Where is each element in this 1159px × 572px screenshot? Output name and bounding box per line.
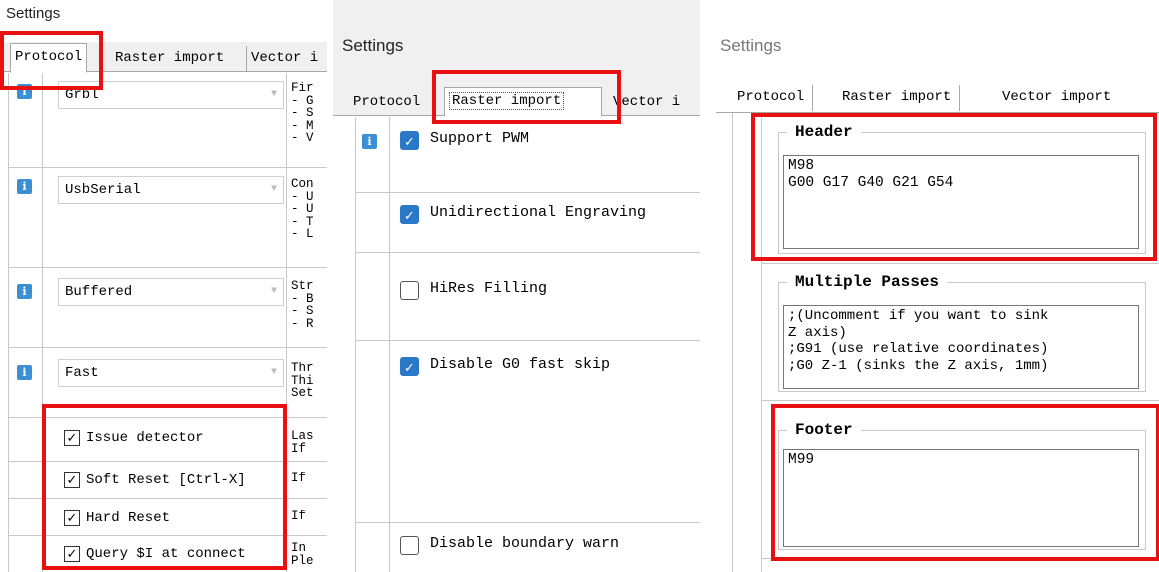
protocol-row: i Buffered ▼ Str - B - S - R bbox=[8, 268, 327, 348]
info-icon[interactable]: i bbox=[17, 179, 32, 194]
settings-panel-protocol: Settings Protocol Raster import Vector i… bbox=[0, 0, 327, 572]
row-divider bbox=[761, 400, 1159, 401]
protocol-select[interactable]: UsbSerial ▼ bbox=[58, 176, 284, 204]
group-title: Header bbox=[787, 123, 861, 141]
issue-detector-checkbox[interactable]: ✓ bbox=[64, 430, 80, 446]
group-title: Footer bbox=[787, 421, 861, 439]
query-i-checkbox[interactable]: ✓ bbox=[64, 546, 80, 562]
checkbox-label: HiRes Filling bbox=[430, 280, 548, 297]
chevron-down-icon: ▼ bbox=[270, 184, 277, 195]
settings-panel-vector: Settings Protocol Raster import Vector i… bbox=[716, 0, 1159, 572]
check-row: ✓ Hard Reset If bbox=[8, 499, 327, 536]
header-group: Header M98 G00 G17 G40 G21 G54 bbox=[778, 123, 1146, 254]
group-title: Multiple Passes bbox=[787, 273, 948, 291]
grid-line bbox=[761, 113, 762, 572]
checkbox-label: Unidirectional Engraving bbox=[430, 204, 647, 221]
chevron-down-icon: ▼ bbox=[270, 286, 277, 297]
protocol-select[interactable]: Buffered ▼ bbox=[58, 278, 284, 306]
soft-reset-checkbox[interactable]: ✓ bbox=[64, 472, 80, 488]
tab-bar: Protocol Raster import Vector i bbox=[333, 86, 700, 117]
description-text: If bbox=[291, 472, 307, 485]
option-row: ✓ Unidirectional Engraving bbox=[355, 193, 700, 253]
support-pwm-checkbox[interactable]: ✓ bbox=[400, 131, 419, 150]
row-divider bbox=[761, 263, 1159, 264]
protocol-row: i Grbl ▼ Fir - G - S - M - V bbox=[8, 73, 327, 168]
info-icon[interactable]: i bbox=[362, 134, 377, 149]
protocol-row: i Fast ▼ Thr Thi Set bbox=[8, 348, 327, 418]
multiple-passes-textbox[interactable]: ;(Uncomment if you want to sink Z axis) … bbox=[783, 305, 1139, 389]
description-text: Las If bbox=[291, 430, 314, 456]
checkbox-label: Disable boundary warn bbox=[430, 535, 620, 552]
window-title: Settings bbox=[342, 36, 404, 55]
option-row: HiRes Filling bbox=[355, 253, 700, 341]
tab-protocol[interactable]: Protocol bbox=[349, 90, 424, 116]
check-row: ✓ Soft Reset [Ctrl-X] If bbox=[8, 462, 327, 499]
chevron-down-icon: ▼ bbox=[270, 367, 277, 378]
tab-raster-import[interactable]: Raster import bbox=[111, 46, 228, 72]
grid-line bbox=[732, 113, 733, 572]
description-text: If bbox=[291, 510, 307, 523]
option-row: Disable boundary warn bbox=[355, 523, 700, 572]
tab-vector-import[interactable]: Vector i bbox=[609, 90, 684, 116]
disable-g0-fast-skip-checkbox[interactable]: ✓ bbox=[400, 357, 419, 376]
multiple-passes-group: Multiple Passes ;(Uncomment if you want … bbox=[778, 273, 1146, 392]
window-title: Settings bbox=[6, 5, 61, 22]
unidirectional-engraving-checkbox[interactable]: ✓ bbox=[400, 205, 419, 224]
footer-textbox[interactable]: M99 bbox=[783, 449, 1139, 547]
window-title: Settings bbox=[720, 36, 782, 55]
tab-protocol[interactable]: Protocol bbox=[733, 85, 814, 111]
info-icon[interactable]: i bbox=[17, 84, 32, 99]
info-icon[interactable]: i bbox=[17, 284, 32, 299]
description-text: In Ple bbox=[291, 542, 314, 568]
option-row: ✓ Disable G0 fast skip bbox=[355, 341, 700, 523]
checkbox-label: Query $I at connect bbox=[86, 546, 246, 562]
tab-raster-import[interactable]: Raster import bbox=[444, 87, 602, 117]
info-icon[interactable]: i bbox=[17, 365, 32, 380]
protocol-select[interactable]: Grbl ▼ bbox=[58, 81, 284, 109]
tab-vector-import[interactable]: Vector i bbox=[246, 46, 322, 72]
footer-group: Footer M99 bbox=[778, 421, 1146, 550]
tab-raster-import[interactable]: Raster import bbox=[838, 85, 961, 111]
protocol-row: i UsbSerial ▼ Con - U - U - T - L bbox=[8, 168, 327, 268]
description-text: Con - U - U - T - L bbox=[291, 178, 314, 241]
hires-filling-checkbox[interactable] bbox=[400, 281, 419, 300]
description-text: Fir - G - S - M - V bbox=[291, 82, 314, 145]
settings-panel-raster: Settings Protocol Raster import Vector i… bbox=[333, 0, 700, 572]
header-textbox[interactable]: M98 G00 G17 G40 G21 G54 bbox=[783, 155, 1139, 249]
tab-bar: Protocol Raster import Vector i bbox=[0, 42, 327, 73]
row-divider bbox=[761, 558, 1159, 559]
tab-protocol[interactable]: Protocol bbox=[10, 43, 88, 73]
checkbox-label: Disable G0 fast skip bbox=[430, 356, 611, 373]
chevron-down-icon: ▼ bbox=[270, 89, 277, 100]
option-row: i ✓ Support PWM bbox=[355, 117, 700, 193]
checkbox-label: Issue detector bbox=[86, 430, 204, 446]
hard-reset-checkbox[interactable]: ✓ bbox=[64, 510, 80, 526]
disable-boundary-warn-checkbox[interactable] bbox=[400, 536, 419, 555]
checkbox-label: Hard Reset bbox=[86, 510, 171, 526]
tab-bar: Protocol Raster import Vector import bbox=[716, 80, 1159, 113]
protocol-select[interactable]: Fast ▼ bbox=[58, 359, 284, 387]
check-row: ✓ Query $I at connect In Ple bbox=[8, 536, 327, 572]
checkbox-label: Soft Reset [Ctrl-X] bbox=[86, 472, 246, 488]
tab-vector-import[interactable]: Vector import bbox=[998, 85, 1115, 111]
description-text: Thr Thi Set bbox=[291, 362, 314, 400]
check-row: ✓ Issue detector Las If bbox=[8, 418, 327, 462]
checkbox-label: Support PWM bbox=[430, 130, 530, 147]
description-text: Str - B - S - R bbox=[291, 280, 314, 331]
